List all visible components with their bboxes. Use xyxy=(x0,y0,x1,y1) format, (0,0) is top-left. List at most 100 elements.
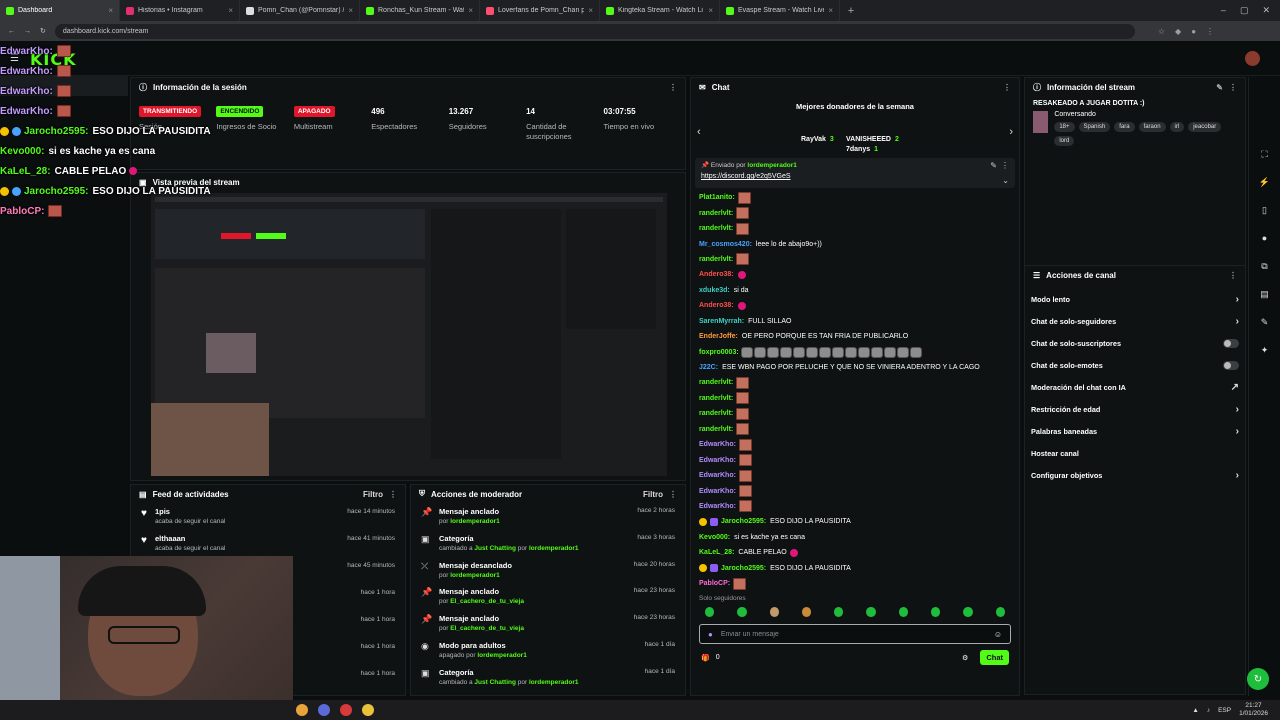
chat-username[interactable]: Jarocho2595: xyxy=(721,518,766,525)
chat-username[interactable]: PabloCP: xyxy=(699,580,730,587)
reload-icon[interactable]: ↻ xyxy=(40,27,46,35)
chevron-left-icon[interactable]: ‹ xyxy=(697,126,701,138)
settings-icon[interactable]: ⚙ xyxy=(962,654,968,662)
channel-action-item[interactable]: Configurar objetivos › xyxy=(1025,464,1245,486)
chat-username[interactable]: Andero38: xyxy=(699,271,734,278)
browser-tab[interactable]: Dashboard × xyxy=(0,0,120,21)
mod-action-user[interactable]: lordemperador1 xyxy=(529,679,579,686)
mic-icon[interactable]: ▲ xyxy=(1192,707,1198,714)
chat-username[interactable]: EnderJoffe: xyxy=(699,333,738,340)
chat-username[interactable]: Kevo000: xyxy=(699,534,730,541)
channel-action-item[interactable]: Moderación del chat con IA ↗ xyxy=(1025,376,1245,398)
star-icon[interactable]: ☆ xyxy=(1158,27,1165,36)
feed-user[interactable]: 1pis xyxy=(155,507,225,516)
mod-action-user[interactable]: lordemperador1 xyxy=(450,572,500,579)
chevron-down-icon[interactable]: ⌄ xyxy=(1002,176,1009,185)
send-chat-button[interactable]: Chat xyxy=(980,650,1009,666)
chat-username[interactable]: xduke3d: xyxy=(699,287,730,294)
channel-action-item[interactable]: Palabras baneadas › xyxy=(1025,420,1245,442)
nav-item[interactable] xyxy=(0,96,128,116)
back-icon[interactable]: ← xyxy=(8,28,15,35)
more-icon[interactable]: ⋮ xyxy=(669,83,677,92)
feed-user[interactable]: elthaaan xyxy=(155,534,225,543)
chat-bubble-icon[interactable]: ● xyxy=(1258,233,1272,247)
kick-logo[interactable]: KICK xyxy=(30,50,77,69)
extensions-icon[interactable]: ◆ xyxy=(1175,27,1181,36)
chat-username[interactable]: Jarocho2595: xyxy=(721,565,766,572)
channel-action-item[interactable]: Hostear canal xyxy=(1025,442,1245,464)
profile-icon[interactable]: ● xyxy=(1191,27,1196,36)
close-icon[interactable]: × xyxy=(468,6,473,15)
browser-tab[interactable]: Historias • Instagram × xyxy=(120,0,240,21)
chat-username[interactable]: J22C: xyxy=(699,364,718,371)
more-icon[interactable]: ⋮ xyxy=(1001,161,1009,170)
mod-action-user[interactable]: lordemperador1 xyxy=(450,518,500,525)
stream-preview-video[interactable] xyxy=(151,193,667,476)
unpin-icon[interactable]: ✎ xyxy=(990,161,997,170)
chat-username[interactable]: EdwarKho: xyxy=(699,457,736,464)
channel-action-item[interactable]: Chat de solo-seguidores › xyxy=(1025,310,1245,332)
window-control-icon[interactable]: – xyxy=(1221,5,1226,16)
mod-action-user[interactable]: Just Chatting xyxy=(474,545,516,552)
pinned-message[interactable]: 📌 Enviado por lordemperador1 https://dis… xyxy=(695,158,1015,188)
channel-action-item[interactable]: Chat de solo-suscriptores xyxy=(1025,332,1245,354)
more-icon[interactable]: ⋮ xyxy=(669,490,677,499)
channel-action-item[interactable]: Chat de solo-emotes xyxy=(1025,354,1245,376)
language-indicator[interactable]: ESP xyxy=(1218,707,1231,714)
nav-item[interactable] xyxy=(0,76,128,96)
toggle-switch[interactable] xyxy=(1223,338,1239,348)
emoji-icon[interactable]: ☺ xyxy=(994,630,1002,639)
url-field[interactable]: dashboard.kick.com/stream xyxy=(54,23,1135,39)
chat-username[interactable]: KaLeL_28: xyxy=(699,549,734,556)
forward-icon[interactable]: → xyxy=(24,28,31,35)
chat-username[interactable]: randerlvlt: xyxy=(699,379,733,386)
volume-icon[interactable]: ♪ xyxy=(1207,707,1210,714)
close-icon[interactable]: × xyxy=(708,6,713,15)
wrench-icon[interactable]: ✎ xyxy=(1258,317,1272,331)
chat-username[interactable]: randerlvlt: xyxy=(699,426,733,433)
card-icon[interactable]: ▯ xyxy=(1258,205,1272,219)
new-tab-icon[interactable]: + xyxy=(840,5,862,17)
edit-icon[interactable]: ✎ xyxy=(1216,83,1223,92)
browser-tab[interactable]: Kingteka Stream - Watch Li × xyxy=(600,0,720,21)
mod-action-user[interactable]: lordemperador1 xyxy=(477,652,527,659)
close-icon[interactable]: × xyxy=(228,6,233,15)
gift-icon[interactable]: 🎁 xyxy=(701,654,710,662)
chat-username[interactable]: SarenMyrrah: xyxy=(699,318,744,325)
chat-username[interactable]: EdwarKho: xyxy=(699,472,736,479)
close-icon[interactable]: × xyxy=(828,6,833,15)
chat-username[interactable]: randerlvlt: xyxy=(699,256,733,263)
chat-username[interactable]: Andero38: xyxy=(699,302,734,309)
discord-icon[interactable] xyxy=(318,704,330,716)
puzzle-icon[interactable]: ✦ xyxy=(1258,345,1272,359)
layout-icon[interactable]: ▤ xyxy=(1258,289,1272,303)
link-icon[interactable]: ⧉ xyxy=(1258,261,1272,275)
chat-input[interactable] xyxy=(720,630,986,638)
chat-username[interactable]: randerlvlt: xyxy=(699,410,733,417)
mod-action-user[interactable]: El_cachero_de_tu_vieja xyxy=(450,598,524,605)
pinned-link[interactable]: https://discord.gg/e2q5VGeS xyxy=(701,173,1009,180)
window-control-icon[interactable]: ▢ xyxy=(1240,5,1249,16)
channel-action-item[interactable]: Restricción de edad › xyxy=(1025,398,1245,420)
chat-username[interactable]: EdwarKho: xyxy=(699,488,736,495)
close-icon[interactable]: × xyxy=(108,6,113,15)
close-icon[interactable]: × xyxy=(348,6,353,15)
emote-icon[interactable]: ● xyxy=(708,630,713,639)
chevron-right-icon[interactable]: › xyxy=(1009,126,1013,138)
user-avatar[interactable] xyxy=(1245,51,1260,66)
nav-item[interactable] xyxy=(0,116,128,136)
browser-tab[interactable]: Loverfans de Pomn_Chan perfil × xyxy=(480,0,600,21)
folder-icon[interactable] xyxy=(362,704,374,716)
mod-action-user[interactable]: El_cachero_de_tu_vieja xyxy=(450,625,524,632)
emote-bar[interactable] xyxy=(691,604,1019,620)
more-icon[interactable]: ⋮ xyxy=(1003,83,1011,92)
obs-icon[interactable] xyxy=(340,704,352,716)
chat-username[interactable]: Plat1anito: xyxy=(699,194,735,201)
browser-tab[interactable]: Pomn_Chan (@Pomnstar) / X × xyxy=(240,0,360,21)
chat-input-box[interactable]: ● ☺ xyxy=(699,624,1011,645)
browser-tab[interactable]: Evaspe Stream - Watch Live on × xyxy=(720,0,840,21)
chat-username[interactable]: randerlvlt: xyxy=(699,210,733,217)
filter-button[interactable]: Filtro xyxy=(643,490,663,499)
pinned-user[interactable]: lordemperador1 xyxy=(747,162,797,169)
menu-icon[interactable]: ⋮ xyxy=(1206,27,1214,36)
